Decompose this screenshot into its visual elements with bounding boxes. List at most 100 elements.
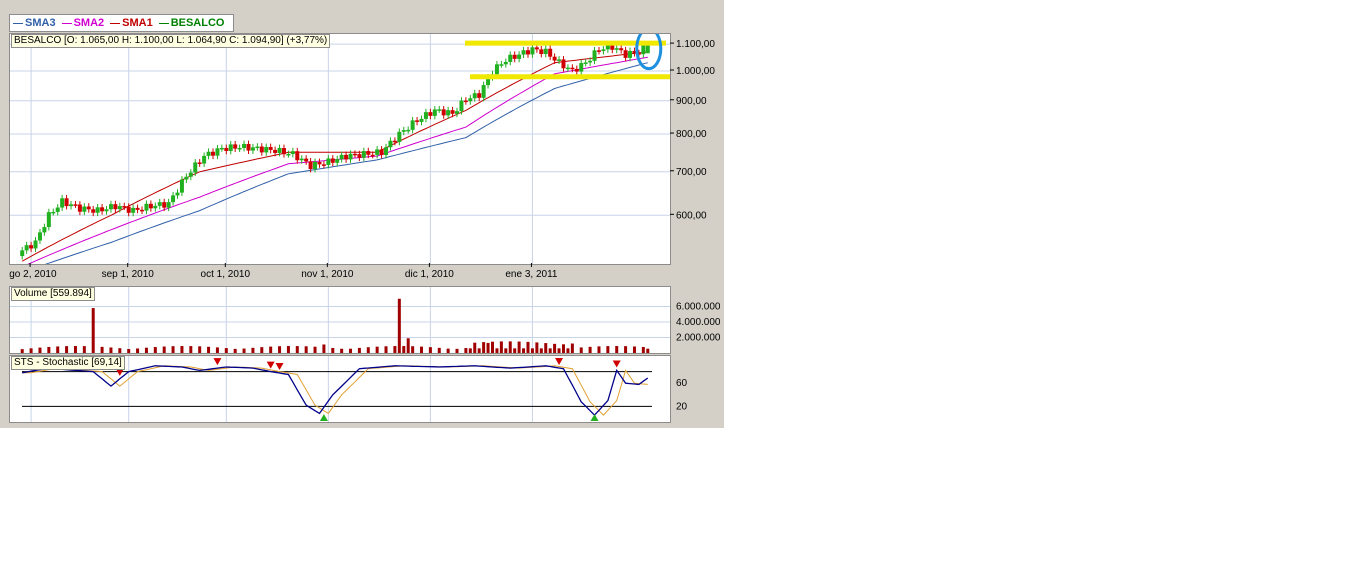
volume-bar[interactable]	[331, 347, 335, 353]
candle[interactable]	[281, 144, 286, 158]
volume-bar[interactable]	[535, 342, 539, 353]
volume-bar[interactable]	[91, 308, 95, 353]
volume-bar[interactable]	[215, 347, 219, 353]
candle[interactable]	[455, 107, 460, 118]
legend-item-sma2[interactable]: SMA2	[61, 17, 104, 29]
volume-bar[interactable]	[606, 346, 610, 353]
volume-bar[interactable]	[349, 348, 353, 353]
volume-bar[interactable]	[397, 298, 401, 353]
volume-bar[interactable]	[597, 346, 601, 353]
candle[interactable]	[481, 81, 486, 102]
candle[interactable]	[104, 205, 109, 215]
candle[interactable]	[113, 200, 118, 213]
volume-bar[interactable]	[278, 346, 282, 353]
sell-signal-marker[interactable]	[213, 358, 222, 366]
volume-bar[interactable]	[366, 347, 370, 353]
candle[interactable]	[86, 203, 91, 213]
candle[interactable]	[202, 152, 207, 167]
candle[interactable]	[295, 147, 300, 164]
candle[interactable]	[144, 200, 149, 215]
volume-bar[interactable]	[504, 348, 508, 353]
candle[interactable]	[441, 105, 446, 119]
volume-bar[interactable]	[646, 348, 650, 353]
volume-bar[interactable]	[495, 348, 499, 353]
candle[interactable]	[339, 151, 344, 163]
legend-item-sma3[interactable]: SMA3	[13, 17, 56, 29]
candle[interactable]	[477, 89, 482, 102]
candle[interactable]	[446, 106, 451, 119]
candle[interactable]	[237, 144, 242, 153]
candle[interactable]	[46, 208, 51, 231]
sell-signal-marker[interactable]	[266, 361, 275, 369]
candle[interactable]	[215, 144, 220, 160]
candle[interactable]	[503, 58, 508, 68]
volume-bar[interactable]	[304, 346, 308, 353]
volume-bar[interactable]	[269, 346, 273, 353]
candle[interactable]	[330, 155, 335, 167]
candle[interactable]	[592, 46, 597, 65]
volume-bar[interactable]	[588, 346, 592, 353]
candle[interactable]	[37, 228, 42, 244]
volume-bar[interactable]	[242, 348, 246, 353]
candle[interactable]	[175, 189, 180, 199]
candle[interactable]	[51, 208, 56, 216]
candle[interactable]	[140, 206, 145, 215]
volume-bar[interactable]	[624, 346, 628, 353]
volume-panel[interactable]	[9, 286, 671, 354]
volume-bar[interactable]	[357, 347, 361, 353]
volume-bar[interactable]	[233, 348, 237, 353]
volume-bar[interactable]	[127, 348, 131, 353]
volume-bar[interactable]	[553, 343, 557, 353]
candle[interactable]	[619, 44, 624, 54]
candle[interactable]	[499, 60, 504, 68]
candle[interactable]	[317, 158, 322, 168]
candle[interactable]	[210, 148, 215, 160]
candle[interactable]	[268, 143, 273, 154]
candle[interactable]	[95, 203, 100, 217]
volume-bar[interactable]	[464, 348, 468, 353]
volume-bar[interactable]	[428, 347, 432, 353]
candle[interactable]	[344, 151, 349, 163]
candle[interactable]	[166, 198, 171, 212]
buy-signal-marker[interactable]	[590, 414, 599, 421]
volume-bar[interactable]	[513, 348, 517, 353]
volume-bar[interactable]	[251, 347, 255, 353]
volume-bar[interactable]	[340, 348, 344, 353]
candle[interactable]	[406, 126, 411, 134]
sell-signal-marker[interactable]	[612, 360, 621, 368]
candle[interactable]	[197, 159, 202, 167]
volume-bar[interactable]	[144, 347, 148, 353]
volume-bar[interactable]	[322, 344, 326, 353]
candle[interactable]	[60, 194, 65, 211]
candle[interactable]	[184, 173, 189, 183]
candle[interactable]	[24, 241, 29, 254]
volume-bar[interactable]	[491, 341, 494, 353]
candle[interactable]	[77, 201, 82, 216]
volume-bar[interactable]	[109, 347, 113, 353]
candle[interactable]	[384, 143, 389, 159]
volume-bar[interactable]	[548, 348, 552, 353]
volume-bar[interactable]	[189, 346, 193, 353]
candle[interactable]	[135, 204, 140, 214]
candle[interactable]	[188, 169, 193, 181]
volume-bar[interactable]	[56, 346, 60, 353]
volume-bar[interactable]	[566, 348, 570, 353]
candle[interactable]	[539, 45, 544, 58]
candle[interactable]	[148, 200, 153, 212]
candle[interactable]	[601, 46, 606, 55]
volume-bar[interactable]	[508, 341, 512, 353]
volume-bar[interactable]	[286, 346, 290, 353]
candle[interactable]	[463, 97, 468, 105]
candle[interactable]	[206, 148, 211, 160]
volume-bar[interactable]	[477, 348, 481, 353]
candle[interactable]	[410, 116, 415, 134]
sell-signal-marker[interactable]	[555, 357, 564, 365]
volume-bar[interactable]	[544, 343, 548, 353]
volume-bar[interactable]	[530, 348, 534, 353]
candle[interactable]	[91, 205, 96, 217]
volume-bar[interactable]	[420, 346, 424, 353]
volume-bar[interactable]	[522, 348, 526, 353]
candle[interactable]	[472, 89, 477, 102]
candle[interactable]	[131, 204, 136, 217]
candle[interactable]	[579, 59, 584, 76]
